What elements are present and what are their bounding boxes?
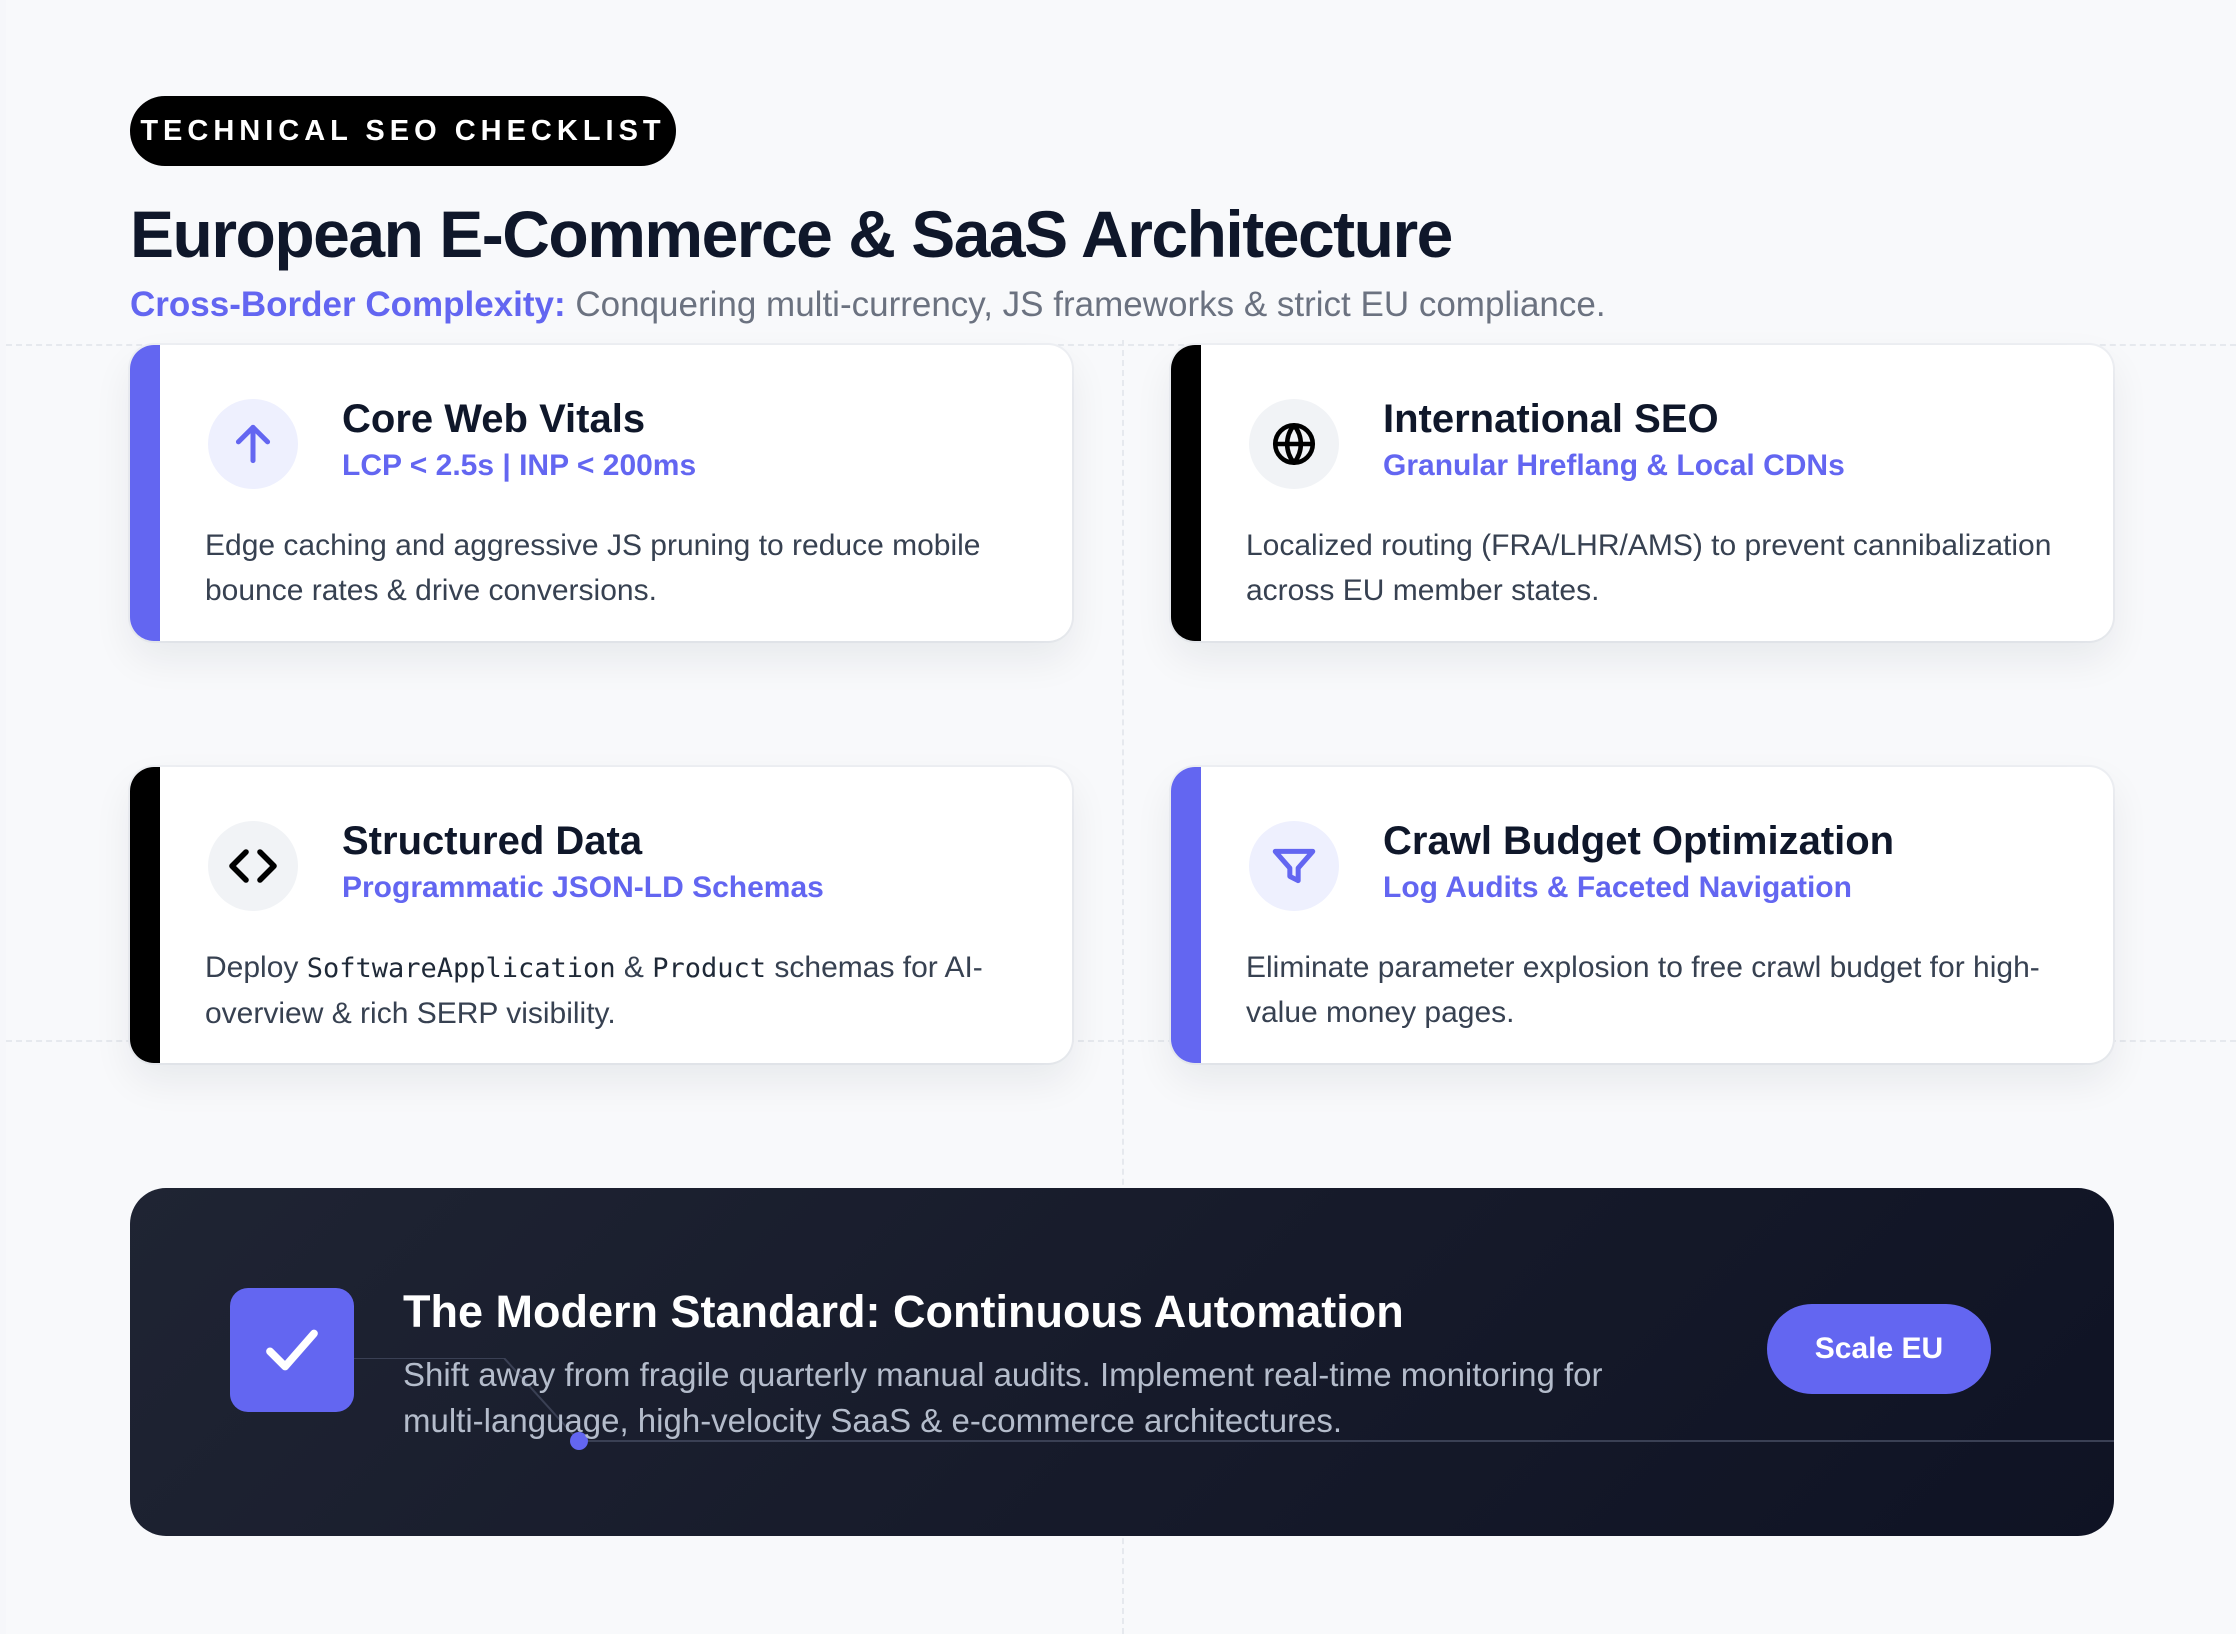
card-title: International SEO [1383, 397, 1719, 441]
card-description: Edge caching and aggressive JS pruning t… [205, 529, 981, 607]
subtitle-text: Conquering multi-currency, JS frameworks… [565, 285, 1606, 324]
code-token: Product [652, 953, 767, 984]
card-title: Structured Data [342, 819, 643, 863]
subtitle-lead: Cross-Border Complexity: [130, 285, 566, 324]
banner-description: Shift away from fragile quarterly manual… [403, 1356, 1603, 1439]
globe-icon [1249, 399, 1339, 489]
card-description: Eliminate parameter explosion to free cr… [1246, 951, 2040, 1029]
card-description: Localized routing (FRA/LHR/AMS) to preve… [1246, 529, 2052, 607]
desc-text: Deploy [205, 951, 307, 984]
card-accent-bar [1171, 767, 1201, 1063]
code-brackets-icon [208, 821, 298, 911]
page-title: European E-Commerce & SaaS Architecture [130, 197, 1453, 271]
card-accent-bar [130, 345, 160, 641]
card-subtitle: LCP < 2.5s | INP < 200ms [342, 449, 697, 482]
checkmark-icon [230, 1288, 354, 1412]
card-accent-bar [130, 767, 160, 1063]
desc-text: & [615, 951, 653, 984]
card-subtitle: Programmatic JSON-LD Schemas [342, 871, 824, 904]
card-structured-data: Structured Data Programmatic JSON-LD Sch… [130, 767, 1072, 1063]
code-token: SoftwareApplication [306, 953, 616, 984]
filter-funnel-icon [1249, 821, 1339, 911]
card-title: Core Web Vitals [342, 397, 646, 441]
automation-banner: The Modern Standard: Continuous Automati… [130, 1188, 2114, 1536]
card-subtitle: Log Audits & Faceted Navigation [1383, 871, 1852, 904]
arrow-up-icon [208, 399, 298, 489]
category-badge: TECHNICAL SEO CHECKLIST [130, 96, 676, 166]
card-international-seo: International SEO Granular Hreflang & Lo… [1171, 345, 2113, 641]
scale-eu-button[interactable]: Scale EU [1767, 1304, 1991, 1394]
page-subtitle: Cross-Border Complexity: Conquering mult… [130, 285, 1606, 325]
card-subtitle: Granular Hreflang & Local CDNs [1383, 449, 1845, 482]
card-crawl-budget: Crawl Budget Optimization Log Audits & F… [1171, 767, 2113, 1063]
card-description: Deploy SoftwareApplication & Product sch… [205, 945, 1025, 1036]
card-title: Crawl Budget Optimization [1383, 819, 1895, 863]
card-accent-bar [1171, 345, 1201, 641]
card-core-web-vitals: Core Web Vitals LCP < 2.5s | INP < 200ms… [130, 345, 1072, 641]
banner-title: The Modern Standard: Continuous Automati… [403, 1286, 1404, 1337]
